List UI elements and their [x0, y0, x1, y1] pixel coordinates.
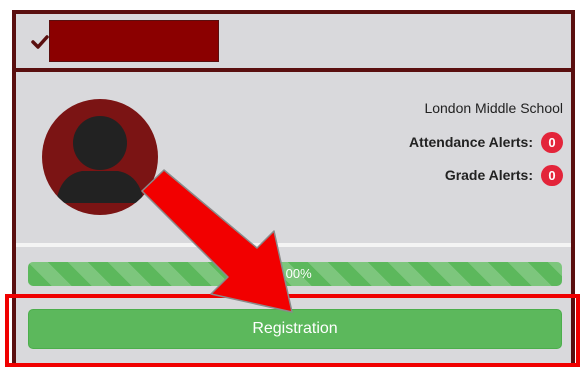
student-info: London Middle School Attendance Alerts: …	[409, 99, 563, 186]
progress-fill: 100%	[28, 262, 562, 286]
registration-button[interactable]: Registration	[28, 309, 562, 349]
attendance-alerts: Attendance Alerts: 0	[409, 131, 563, 153]
school-name: London Middle School	[424, 100, 563, 116]
card-header	[16, 14, 571, 72]
avatar	[42, 99, 158, 215]
attendance-alerts-badge[interactable]: 0	[541, 131, 563, 153]
grade-alerts-label: Grade Alerts:	[444, 167, 533, 183]
progress-bar: 100%	[28, 262, 562, 286]
divider	[16, 243, 571, 247]
check-icon	[31, 35, 49, 49]
attendance-alerts-label: Attendance Alerts:	[409, 134, 533, 150]
person-silhouette-icon	[56, 116, 144, 203]
student-name-redacted	[49, 20, 219, 62]
grade-alerts-badge[interactable]: 0	[541, 164, 563, 186]
grade-alerts: Grade Alerts: 0	[409, 164, 563, 186]
